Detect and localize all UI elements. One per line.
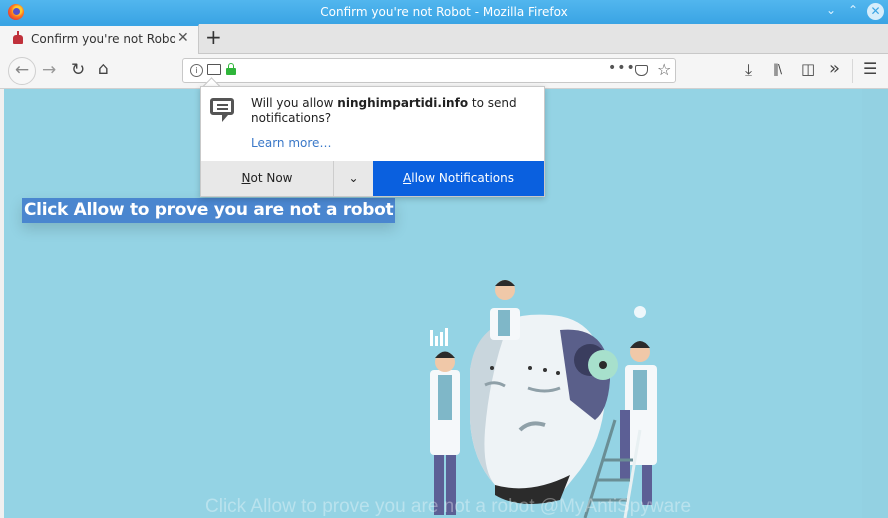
close-tab-icon[interactable]: ✕ xyxy=(177,30,189,46)
notification-permission-icon[interactable] xyxy=(207,64,221,75)
scientist-top xyxy=(490,280,520,340)
not-now-button[interactable]: Not Now xyxy=(201,161,334,196)
back-button[interactable]: ← xyxy=(8,57,36,85)
tab-bar: Confirm you're not Robot ✕ + xyxy=(0,24,888,54)
popup-message-prefix: Will you allow xyxy=(251,96,338,110)
robot-head xyxy=(470,314,618,504)
navigation-toolbar: ← → ↻ ⌂ i ••• ☆ ⤓ ‖\ ◫ » ☰ xyxy=(0,54,888,89)
new-tab-button[interactable]: + xyxy=(205,25,222,49)
reload-button[interactable]: ↻ xyxy=(71,60,85,80)
popup-message: Will you allow ninghimpartidi.info to se… xyxy=(251,96,541,126)
home-button[interactable]: ⌂ xyxy=(98,59,109,79)
learn-more-link[interactable]: Learn more… xyxy=(251,136,331,150)
lock-icon xyxy=(226,63,236,75)
maximize-button[interactable]: ⌃ xyxy=(848,3,858,17)
url-bar[interactable]: i ••• ☆ xyxy=(182,58,676,83)
page-actions-button[interactable]: ••• xyxy=(608,60,636,76)
scientist-left xyxy=(430,328,460,515)
toolbar-separator xyxy=(852,59,853,83)
pocket-icon[interactable] xyxy=(635,65,648,76)
library-icon[interactable]: ‖\ xyxy=(773,62,782,76)
download-icon[interactable]: ⤓ xyxy=(745,60,752,80)
allow-notifications-button[interactable]: Allow Notifications xyxy=(373,161,544,196)
bookmark-star-icon[interactable]: ☆ xyxy=(657,60,671,79)
page-headline: Click Allow to prove you are not a robot xyxy=(22,198,396,223)
tab-label: Confirm you're not Robot xyxy=(31,32,175,46)
notification-permission-popup: Will you allow ninghimpartidi.info to se… xyxy=(200,86,545,197)
watermark-text: Click Allow to prove you are not a robot… xyxy=(205,496,692,517)
not-now-label: ot Now xyxy=(250,171,293,185)
notification-message-icon xyxy=(210,98,234,122)
popup-actions: Not Now ⌄ Allow Notifications xyxy=(201,161,544,196)
minimize-button[interactable]: ⌄ xyxy=(826,3,836,17)
window-title: Confirm you're not Robot - Mozilla Firef… xyxy=(320,5,568,19)
page-content-right-edge xyxy=(862,89,888,518)
close-window-button[interactable]: ✕ xyxy=(867,3,884,20)
robot-scientists-illustration xyxy=(430,280,657,518)
robot-icon xyxy=(13,31,23,44)
hamburger-menu-icon[interactable]: ☰ xyxy=(863,59,877,78)
tab-active[interactable]: Confirm you're not Robot ✕ xyxy=(0,24,199,54)
overflow-menu-icon[interactable]: » xyxy=(829,58,840,79)
scientist-right xyxy=(620,306,657,505)
forward-button[interactable]: → xyxy=(42,60,56,80)
window-titlebar: Confirm you're not Robot - Mozilla Firef… xyxy=(0,0,888,24)
more-options-dropdown[interactable]: ⌄ xyxy=(334,161,373,196)
allow-accesskey: A xyxy=(403,171,412,185)
allow-label: llow Notifications xyxy=(411,171,514,185)
sidebar-icon[interactable]: ◫ xyxy=(801,60,815,78)
site-info-icon[interactable]: i xyxy=(190,64,203,77)
popup-site-name: ninghimpartidi.info xyxy=(337,96,469,110)
